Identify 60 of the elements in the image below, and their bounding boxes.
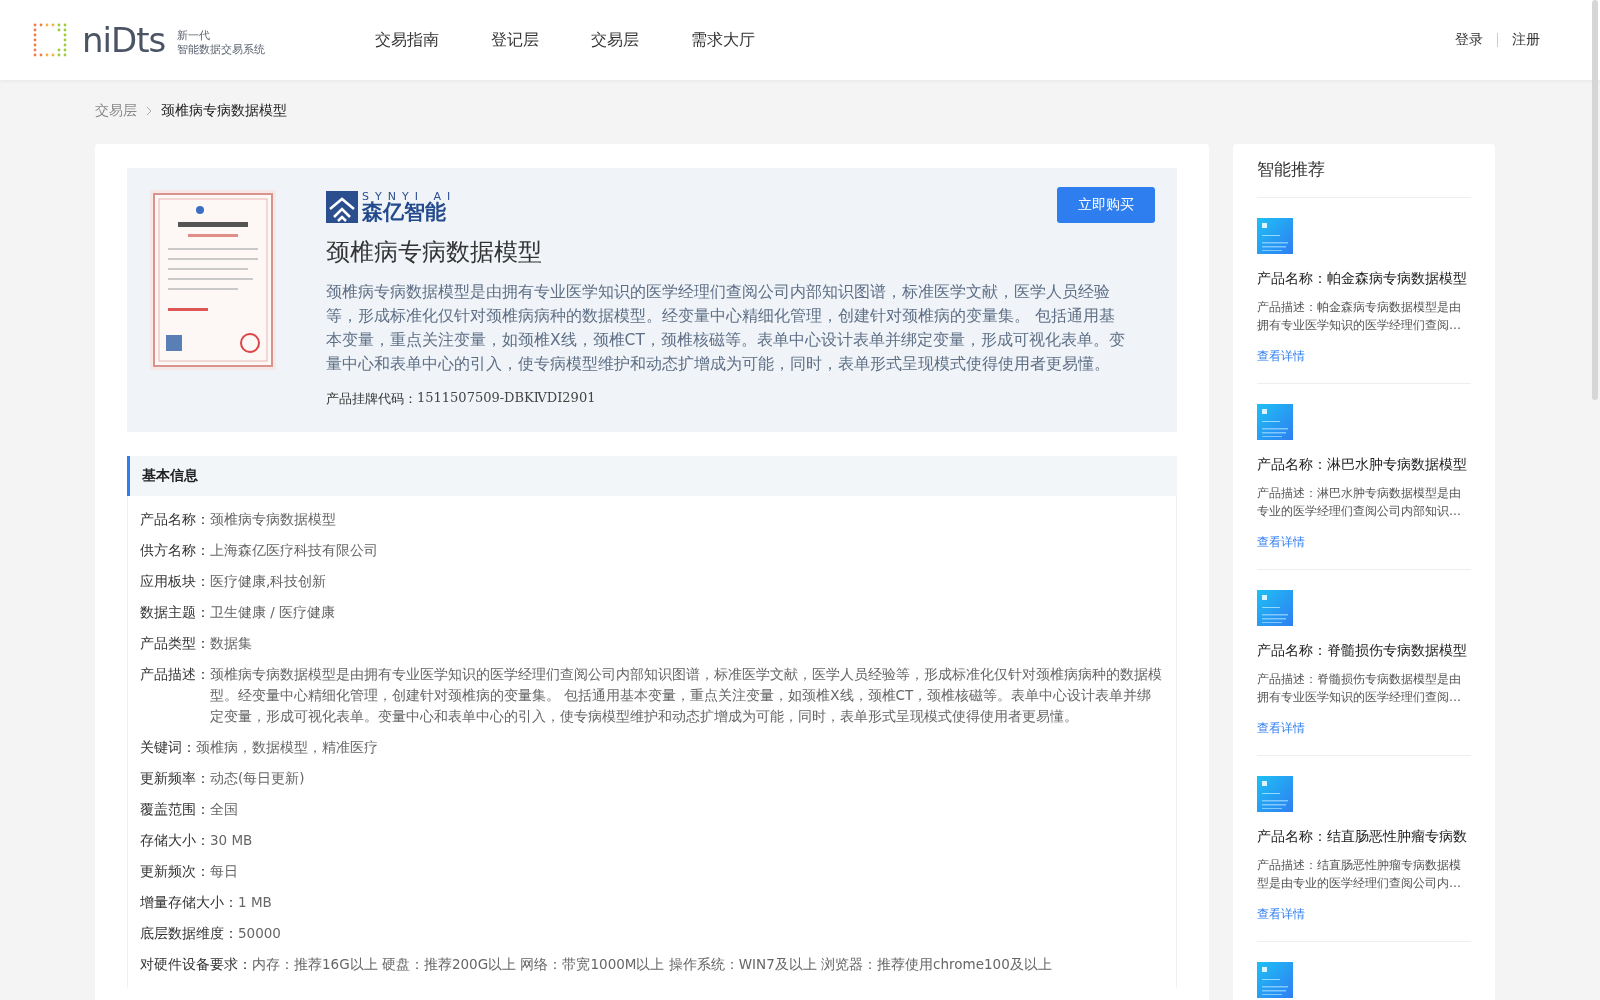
field-value: 50000 <box>238 924 281 943</box>
recommendation-name: 产品名称：帕金森病专病数据模型 <box>1257 270 1467 288</box>
logo-tagline: 智能数据交易系统 <box>177 43 266 57</box>
field-label: 存储大小： <box>140 831 210 850</box>
product-title: 颈椎病专病数据模型 <box>326 237 543 268</box>
field-value: 颈椎病，数据模型，精准医疗 <box>196 738 378 757</box>
recommendation-name: 产品名称：淋巴水肿专病数据模型 <box>1257 456 1467 474</box>
field-label: 产品名称： <box>140 510 210 529</box>
field-label: 更新频率： <box>140 769 210 788</box>
breadcrumb-link[interactable]: 颈椎病专病数据模型 <box>161 102 287 120</box>
details-link[interactable]: 查看详情 <box>1257 906 1305 923</box>
auth-link[interactable]: 登录 <box>1455 31 1483 49</box>
section-title: 基本信息 <box>127 456 1177 496</box>
recommendation-description: 产品描述：帕金森病专病数据模型是由拥有专业医学知识的医学经理们查阅… <box>1257 299 1462 334</box>
field-value: 颈椎病专病数据模型 <box>210 510 336 529</box>
field-label: 增量存储大小： <box>140 893 238 912</box>
field-label: 关键词： <box>140 738 196 757</box>
field-value: 全国 <box>210 800 238 819</box>
field-value: 内存：推荐16G以上 硬盘：推荐200G以上 网络：带宽1000M以上 操作系统：WIN7及以上 浏览器：推荐使用chrome100及以上 <box>252 955 1052 974</box>
field-label: 底层数据维度： <box>140 924 238 943</box>
scrollbar[interactable] <box>1592 0 1598 400</box>
field-label: 产品类型： <box>140 634 210 653</box>
recommendation-name: 产品名称：脊髓损伤专病数据模型 <box>1257 642 1467 660</box>
field-value: 每日 <box>210 862 238 881</box>
details-link[interactable]: 查看详情 <box>1257 720 1305 737</box>
recommendation-description: 产品描述：淋巴水肿专病数据模型是由专业的医学经理们查阅公司内部知识… <box>1257 485 1462 520</box>
logo-icon <box>326 191 358 223</box>
logo-wordmark: niDts <box>82 20 166 60</box>
nav-link[interactable]: 交易层 <box>591 29 639 51</box>
product-description: 颈椎病专病数据模型是由拥有专业医学知识的医学经理们查阅公司内部知识图谱，标准医学文献，医学人员经验等，形成标准化仅针对颈椎病病种的数据模型。经变量中心精细化管理，创建针对颈椎病的变量集。 包括通用基本变量，重点关注变量，如颈椎X线，颈椎CT，颈椎核磁等。表单中心设计表单并绑定变量，形成可视化表单。变量中心和表单中心的引入，使专病模型维护和动态扩增成为可能，同时，表单形式呈现模式使得使用者更易懂。 <box>326 282 1126 375</box>
buy-button[interactable]: 立即购买 <box>1057 187 1155 223</box>
field-label: 覆盖范围： <box>140 800 210 819</box>
field-value: 数据集 <box>210 634 252 653</box>
field-value: 动态(每日更新) <box>210 769 305 788</box>
field-value: 医疗健康,科技创新 <box>210 572 327 591</box>
field-label: 数据主题： <box>140 603 210 622</box>
details-link[interactable]: 查看详情 <box>1257 534 1305 551</box>
field-value: 颈椎病专病数据模型是由拥有专业医学知识的医学经理们查阅公司内部知识图谱，标准医学文献，医学人员经验等，形成标准化仅针对颈椎病病种的数据模型。经变量中心精细化管理，创建针对颈椎病的变量集。 包括通用基本变量，重点关注变量，如颈椎X线，颈椎CT，颈椎核磁等。表单中心设计表单并绑定变量，形成可视化表单。变量中心和表单中心的引入，使专病模型维护和动态扩增成为可能，同时，表单形式呈现模式使得使用者更易懂。 <box>210 665 1163 726</box>
chevron-icon <box>145 106 153 116</box>
field-value: 1 MB <box>238 893 272 912</box>
recommendation-description: 产品描述：结直肠恶性肿瘤专病数据模型是由专业的医学经理们查阅公司内… <box>1257 857 1462 892</box>
code-label: 产品挂牌代码： <box>326 390 417 408</box>
field-label: 应用板块： <box>140 572 210 591</box>
field-value: 30 MB <box>210 831 253 850</box>
nav-link[interactable]: 需求大厅 <box>691 29 755 51</box>
auth-link[interactable]: 注册 <box>1512 31 1540 49</box>
nav-link[interactable]: 登记层 <box>491 29 539 51</box>
field-label: 对硬件设备要求： <box>140 955 252 974</box>
field-label: 产品描述： <box>140 665 210 684</box>
field-label: 更新频次： <box>140 862 210 881</box>
field-value: 卫生健康 / 医疗健康 <box>210 603 336 622</box>
code-value: 1511507509-DBKⅣDI2901 <box>417 390 596 407</box>
details-link[interactable]: 查看详情 <box>1257 348 1305 365</box>
recommendation-description: 产品描述：脊髓损伤专病数据模型是由拥有专业医学知识的医学经理们查阅… <box>1257 671 1462 706</box>
field-value: 上海森亿医疗科技有限公司 <box>210 541 378 560</box>
sidebar-title: 智能推荐 <box>1257 158 1471 198</box>
field-label: 供方名称： <box>140 541 210 560</box>
recommendation-name: 产品名称：结直肠恶性肿瘤专病数 <box>1257 828 1467 846</box>
nav-link[interactable]: 交易指南 <box>375 29 439 51</box>
logo-tagline: 新一代 <box>177 29 212 43</box>
